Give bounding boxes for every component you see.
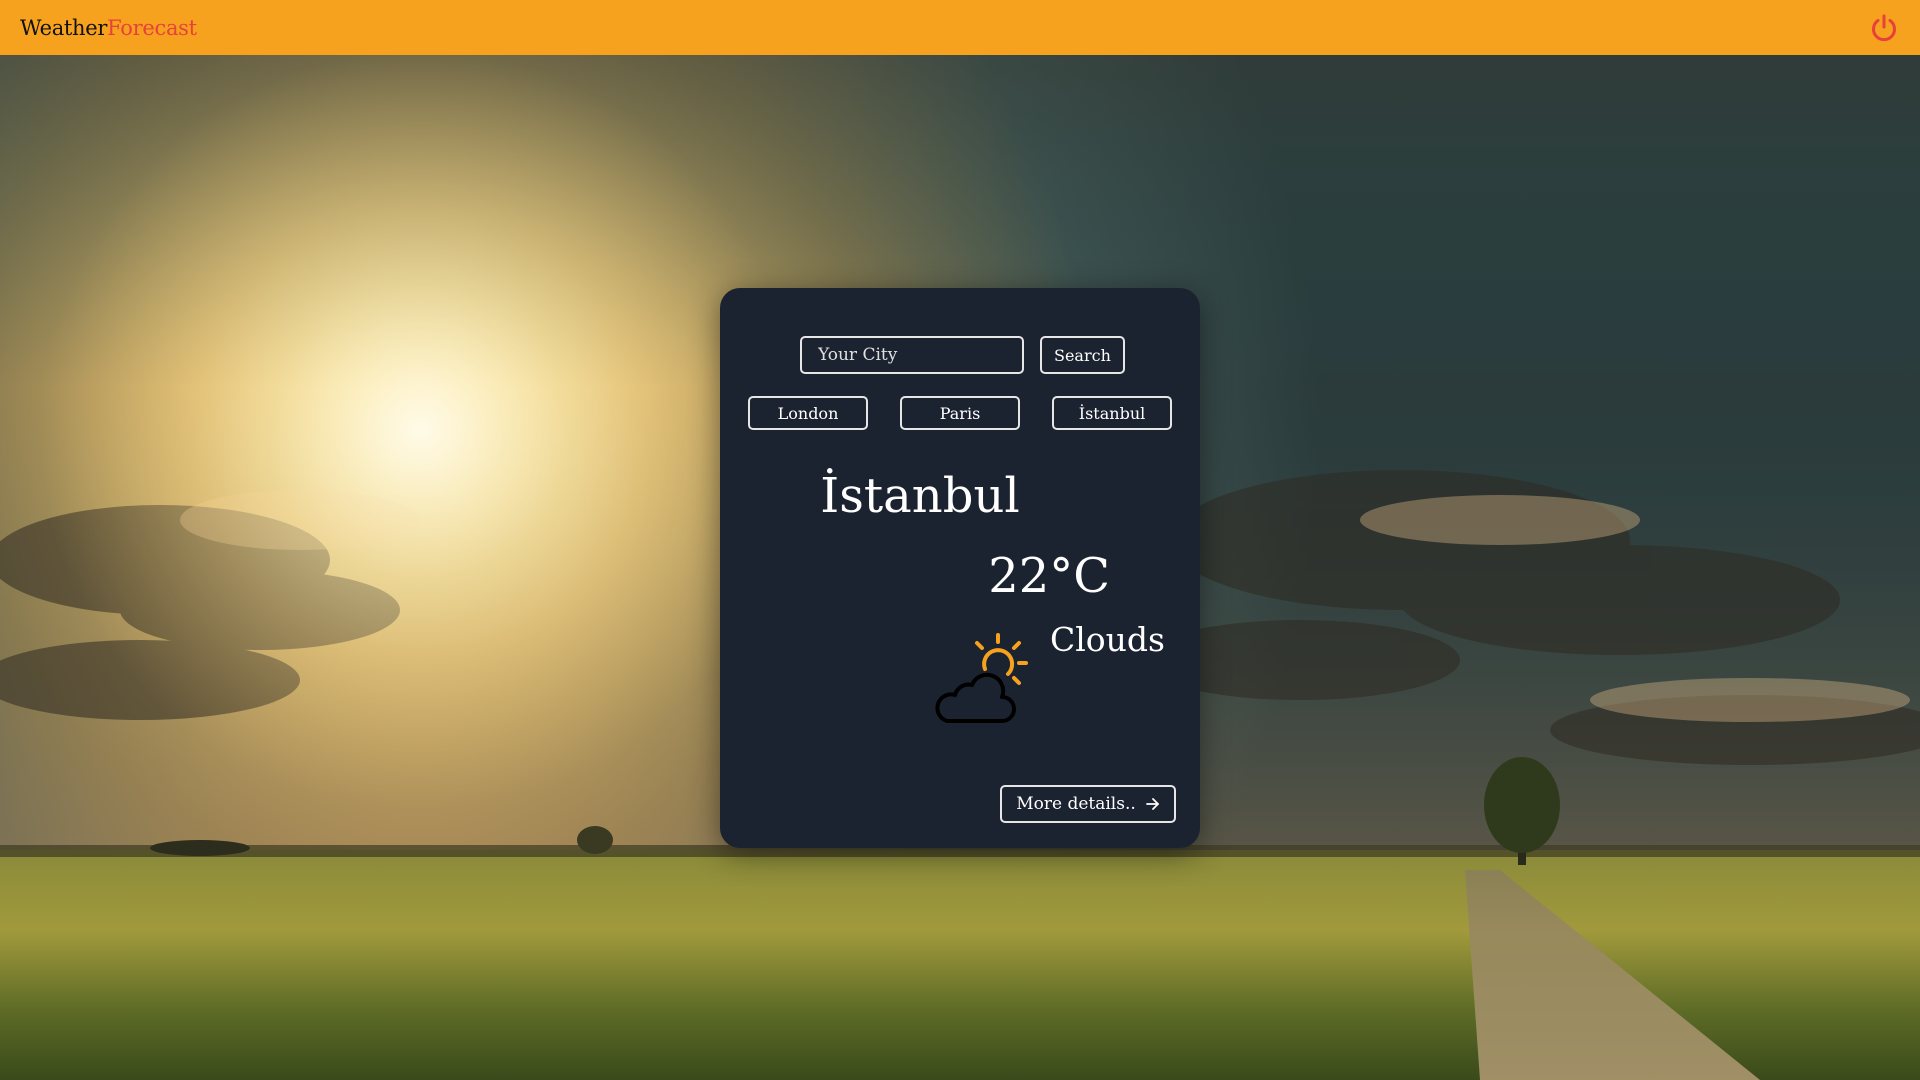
city-button-paris[interactable]: Paris [900, 396, 1020, 430]
brand-text-forecast: Forecast [107, 15, 197, 40]
weather-card: Search London Paris İstanbul İstanbul 22… [720, 288, 1200, 848]
weather-condition: Clouds [1050, 620, 1165, 659]
city-search-input[interactable] [800, 336, 1024, 374]
search-button[interactable]: Search [1040, 336, 1125, 374]
partly-cloudy-icon [935, 633, 1028, 723]
brand-text-weather: Weather [20, 15, 108, 40]
power-icon [1872, 14, 1896, 41]
app-logo[interactable]: Weather Forecast [20, 16, 197, 40]
quick-city-buttons: London Paris İstanbul [748, 396, 1172, 430]
more-details-button[interactable]: More details.. [1000, 785, 1176, 823]
search-bar: Search [800, 336, 1125, 374]
city-button-london[interactable]: London [748, 396, 868, 430]
top-navbar: Weather Forecast [0, 0, 1920, 55]
arrow-right-icon [1145, 797, 1160, 811]
temperature: 22°C [988, 548, 1110, 604]
city-button-istanbul[interactable]: İstanbul [1052, 396, 1172, 430]
weather-app: WeatherForecast Search London Paris İsta… [0, 0, 1920, 1080]
power-button[interactable] [1868, 12, 1900, 44]
city-name: İstanbul [820, 468, 1020, 524]
more-details-label: More details.. [1016, 794, 1136, 814]
